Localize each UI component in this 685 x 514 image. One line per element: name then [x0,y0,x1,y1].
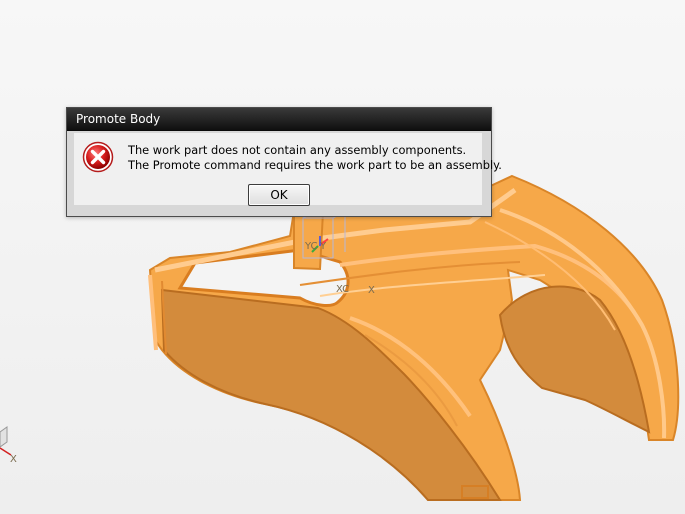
error-message: The work part does not contain any assem… [128,143,502,173]
ok-button[interactable]: OK [248,184,310,206]
y-axis-label: Y [319,241,327,252]
corner-x-axis-label: X [10,454,17,465]
x-axis-label: X [368,285,375,296]
3d-model-view[interactable]: YC XC X Y X [0,0,685,514]
dialog-content: The work part does not contain any assem… [74,133,502,206]
dialog-titlebar[interactable]: Promote Body [67,108,491,131]
yc-axis-label: YC [304,241,318,252]
error-message-line-1: The work part does not contain any assem… [128,143,467,157]
error-message-line-2: The Promote command requires the work pa… [128,158,502,172]
orange-part-model[interactable] [148,174,680,501]
corner-orientation-triad: X [0,426,17,465]
graphics-viewport[interactable]: YC XC X Y X [0,0,685,514]
error-icon [82,141,114,173]
xc-axis-label: XC [336,284,349,295]
promote-body-error-dialog[interactable]: Promote Body The work part does not cont… [66,107,502,217]
dialog-title: Promote Body [76,112,161,126]
